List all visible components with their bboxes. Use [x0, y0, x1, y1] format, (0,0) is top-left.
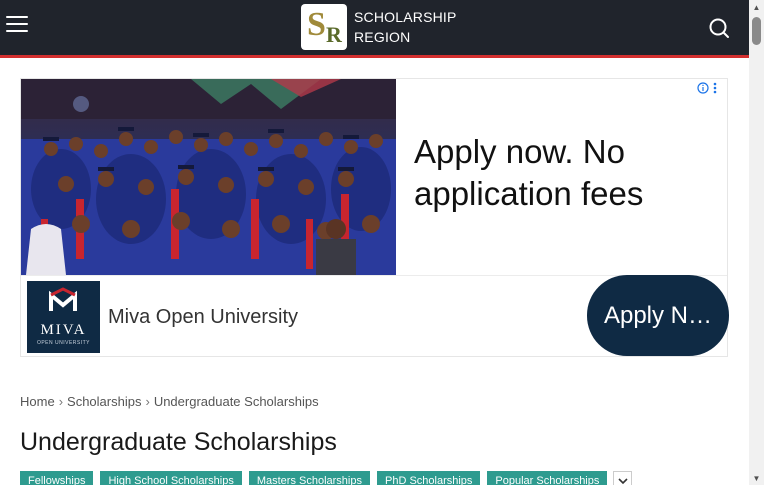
scrollbar-thumb[interactable]: [752, 17, 761, 45]
category-chip-high-school[interactable]: High School Scholarships: [100, 471, 242, 485]
search-icon[interactable]: [708, 17, 730, 39]
logo-mark-r: R: [326, 22, 342, 47]
logo-mark: S R: [301, 4, 347, 50]
category-chip-phd[interactable]: PhD Scholarships: [376, 471, 481, 485]
header-accent-rule: [0, 55, 749, 58]
logo-line-1: SCHOLARSHIP: [354, 9, 457, 25]
scroll-down-arrow-icon[interactable]: ▼: [749, 471, 764, 485]
miva-logo-word: MIVA: [40, 322, 87, 338]
hamburger-menu-icon[interactable]: [6, 14, 30, 34]
ad-choices[interactable]: [697, 81, 727, 95]
site-logo[interactable]: S R SCHOLARSHIP REGION: [301, 3, 457, 51]
ad-graduates-photo[interactable]: [21, 79, 396, 275]
miva-logo-subtitle: OPEN UNIVERSITY: [36, 340, 91, 346]
logo-mark-s: S: [307, 6, 326, 43]
category-chip-masters[interactable]: Masters Scholarships: [248, 471, 370, 485]
category-chip-fellowships[interactable]: Fellowships: [20, 471, 94, 485]
breadcrumb-current: Undergraduate Scholarships: [153, 394, 319, 409]
miva-logo[interactable]: MIVA OPEN UNIVERSITY: [27, 281, 100, 353]
ad-options-icon[interactable]: [713, 82, 717, 94]
page-scrollbar[interactable]: ▲ ▼: [749, 0, 764, 485]
ad-info-icon[interactable]: [697, 82, 709, 94]
breadcrumb: Home › Scholarships › Undergraduate Scholars…: [20, 394, 319, 409]
site-header: S R SCHOLARSHIP REGION: [0, 0, 749, 55]
logo-text: SCHOLARSHIP REGION: [354, 7, 457, 47]
breadcrumb-separator: ›: [145, 394, 150, 409]
page-title: Undergraduate Scholarships: [20, 428, 337, 456]
ad-advertiser-name[interactable]: Miva Open University: [108, 306, 298, 329]
category-chip-popular[interactable]: Popular Scholarships: [487, 471, 608, 485]
breadcrumb-scholarships[interactable]: Scholarships: [67, 394, 141, 409]
chevron-down-icon[interactable]: [613, 471, 633, 485]
breadcrumb-separator: ›: [58, 394, 64, 409]
ad-headline[interactable]: Apply now. No application fees: [414, 131, 714, 215]
logo-line-2: REGION: [354, 29, 411, 45]
category-chips: Fellowships High School Scholarships Mas…: [20, 471, 633, 485]
scroll-up-arrow-icon[interactable]: ▲: [749, 0, 764, 14]
ad-apply-button[interactable]: Apply N…: [587, 275, 729, 356]
page: S R SCHOLARSHIP REGION Apply now. No app…: [0, 0, 764, 485]
advertisement[interactable]: Apply now. No application fees MIVA OPEN…: [20, 78, 729, 357]
breadcrumb-home[interactable]: Home: [20, 394, 55, 409]
